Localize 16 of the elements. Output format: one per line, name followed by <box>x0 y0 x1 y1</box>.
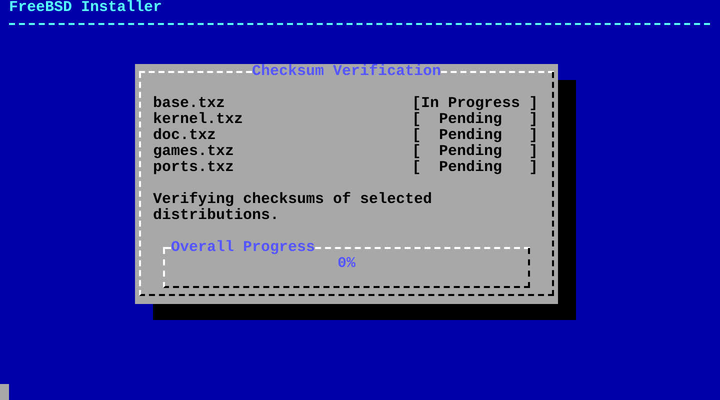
dialog-title: Checksum Verification <box>252 64 442 80</box>
file-name: base.txz <box>153 96 226 112</box>
file-status: [ Pending ] <box>412 160 538 176</box>
file-name: doc.txz <box>153 128 216 144</box>
progress-title: Overall Progress <box>171 240 316 256</box>
file-name: games.txz <box>153 144 234 160</box>
file-name: kernel.txz <box>153 112 244 128</box>
file-status: [In Progress ] <box>412 96 538 112</box>
file-status: [ Pending ] <box>412 112 538 128</box>
file-status: [ Pending ] <box>412 128 538 144</box>
status-message: Verifying checksums of selected distributions. <box>153 192 434 224</box>
progress-percent: 0% <box>337 256 356 272</box>
file-status: [ Pending ] <box>412 144 538 160</box>
text-cursor <box>0 384 9 400</box>
installer-title: FreeBSD Installer <box>9 0 162 16</box>
file-name: ports.txz <box>153 160 234 176</box>
